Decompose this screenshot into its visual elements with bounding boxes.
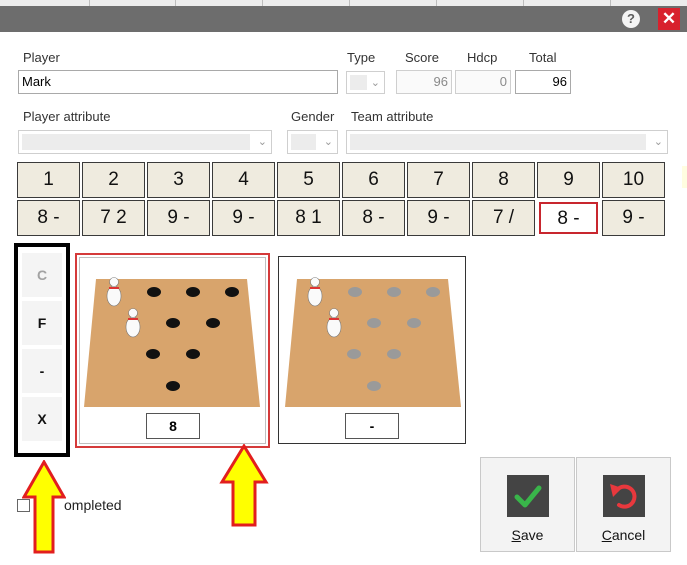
frame-score-9[interactable]: 8 - — [539, 202, 598, 234]
help-icon[interactable]: ? — [622, 10, 640, 28]
frame-score-1[interactable]: 8 - — [17, 200, 80, 236]
gender-select[interactable]: ⌄ — [287, 130, 338, 154]
gender-label: Gender — [291, 109, 335, 124]
score-label: Score — [405, 50, 439, 65]
frame-score-10[interactable]: 9 - — [602, 200, 665, 236]
quick-entry-buttons: CF-X — [14, 243, 70, 457]
quick-entry-c-button[interactable]: C — [22, 253, 62, 297]
frame-number-6: 6 — [342, 162, 405, 198]
knocked-pin-spot[interactable] — [426, 287, 440, 297]
background-row-highlight — [682, 166, 687, 188]
player-attribute-select[interactable]: ⌄ — [18, 130, 272, 154]
quick-entry-x-button[interactable]: X — [22, 397, 62, 441]
frame-number-5: 5 — [277, 162, 340, 198]
knocked-pin-spot[interactable] — [387, 349, 401, 359]
frame-number-4: 4 — [212, 162, 275, 198]
frame-score-2[interactable]: 7 2 — [82, 200, 145, 236]
frame-number-8: 8 — [472, 162, 535, 198]
knocked-pin-spot[interactable] — [367, 318, 381, 328]
hdcp-label: Hdcp — [467, 50, 498, 65]
annotation-arrow-up — [22, 460, 66, 554]
knocked-pin-spot[interactable] — [166, 381, 180, 391]
frame-score-6[interactable]: 8 - — [342, 200, 405, 236]
dialog-titlebar — [0, 6, 687, 32]
total-label: Total — [529, 50, 557, 65]
undo-icon — [603, 475, 645, 517]
completed-label: ompleted — [64, 497, 122, 513]
chevron-down-icon: ⌄ — [370, 77, 380, 89]
knocked-pin-spot[interactable] — [347, 349, 361, 359]
type-select[interactable]: ⌄ — [346, 71, 385, 94]
roll-1-pin-deck[interactable] — [82, 276, 262, 408]
team-attribute-select[interactable]: ⌄ — [346, 130, 668, 154]
frame-number-9: 9 — [537, 162, 600, 198]
knocked-pin-spot[interactable] — [147, 287, 161, 297]
type-label: Type — [347, 50, 376, 65]
player-attribute-label: Player attribute — [23, 109, 111, 124]
frame-score-8[interactable]: 7 / — [472, 200, 535, 236]
knocked-pin-spot[interactable] — [206, 318, 220, 328]
knocked-pin-spot[interactable] — [186, 287, 200, 297]
hdcp-field: 0 — [455, 70, 511, 94]
player-name-field[interactable]: Mark — [18, 70, 338, 94]
quick-entry-miss-button[interactable]: - — [22, 349, 62, 393]
knocked-pin-spot[interactable] — [186, 349, 200, 359]
roll-2-value[interactable]: - — [345, 413, 399, 439]
frame-score-7[interactable]: 9 - — [407, 200, 470, 236]
chevron-down-icon: ⌄ — [323, 136, 333, 148]
cancel-button[interactable]: Cancel — [576, 457, 671, 552]
frame-number-1: 1 — [17, 162, 80, 198]
knocked-pin-spot[interactable] — [225, 287, 239, 297]
score-field: 96 — [396, 70, 452, 94]
total-field[interactable]: 96 — [515, 70, 571, 94]
save-button[interactable]: Save — [480, 457, 575, 552]
knocked-pin-spot[interactable] — [146, 349, 160, 359]
annotation-arrow-up — [219, 444, 269, 527]
knocked-pin-spot[interactable] — [367, 381, 381, 391]
roll-1-value[interactable]: 8 — [146, 413, 200, 439]
frame-score-4[interactable]: 9 - — [212, 200, 275, 236]
frame-number-7: 7 — [407, 162, 470, 198]
frame-score-5[interactable]: 8 1 — [277, 200, 340, 236]
chevron-down-icon: ⌄ — [257, 136, 267, 148]
team-attribute-label: Team attribute — [351, 109, 434, 124]
quick-entry-f-button[interactable]: F — [22, 301, 62, 345]
frame-number-3: 3 — [147, 162, 210, 198]
frame-score-3[interactable]: 9 - — [147, 200, 210, 236]
roll-2-pin-deck[interactable] — [283, 276, 463, 408]
cancel-label: ancel — [611, 527, 646, 543]
knocked-pin-spot[interactable] — [407, 318, 421, 328]
player-label: Player — [23, 50, 60, 65]
frames-scorecard: 18 -27 239 -49 -58 168 -79 -87 /9 8 -10 9 … — [17, 162, 668, 238]
frame-number-10: 10 — [602, 162, 665, 198]
knocked-pin-spot[interactable] — [348, 287, 362, 297]
checkmark-icon — [507, 475, 549, 517]
chevron-down-icon: ⌄ — [653, 136, 663, 148]
knocked-pin-spot[interactable] — [387, 287, 401, 297]
knocked-pin-spot[interactable] — [166, 318, 180, 328]
save-label: ave — [520, 527, 544, 543]
close-button[interactable]: ✕ — [658, 8, 680, 30]
frame-number-2: 2 — [82, 162, 145, 198]
